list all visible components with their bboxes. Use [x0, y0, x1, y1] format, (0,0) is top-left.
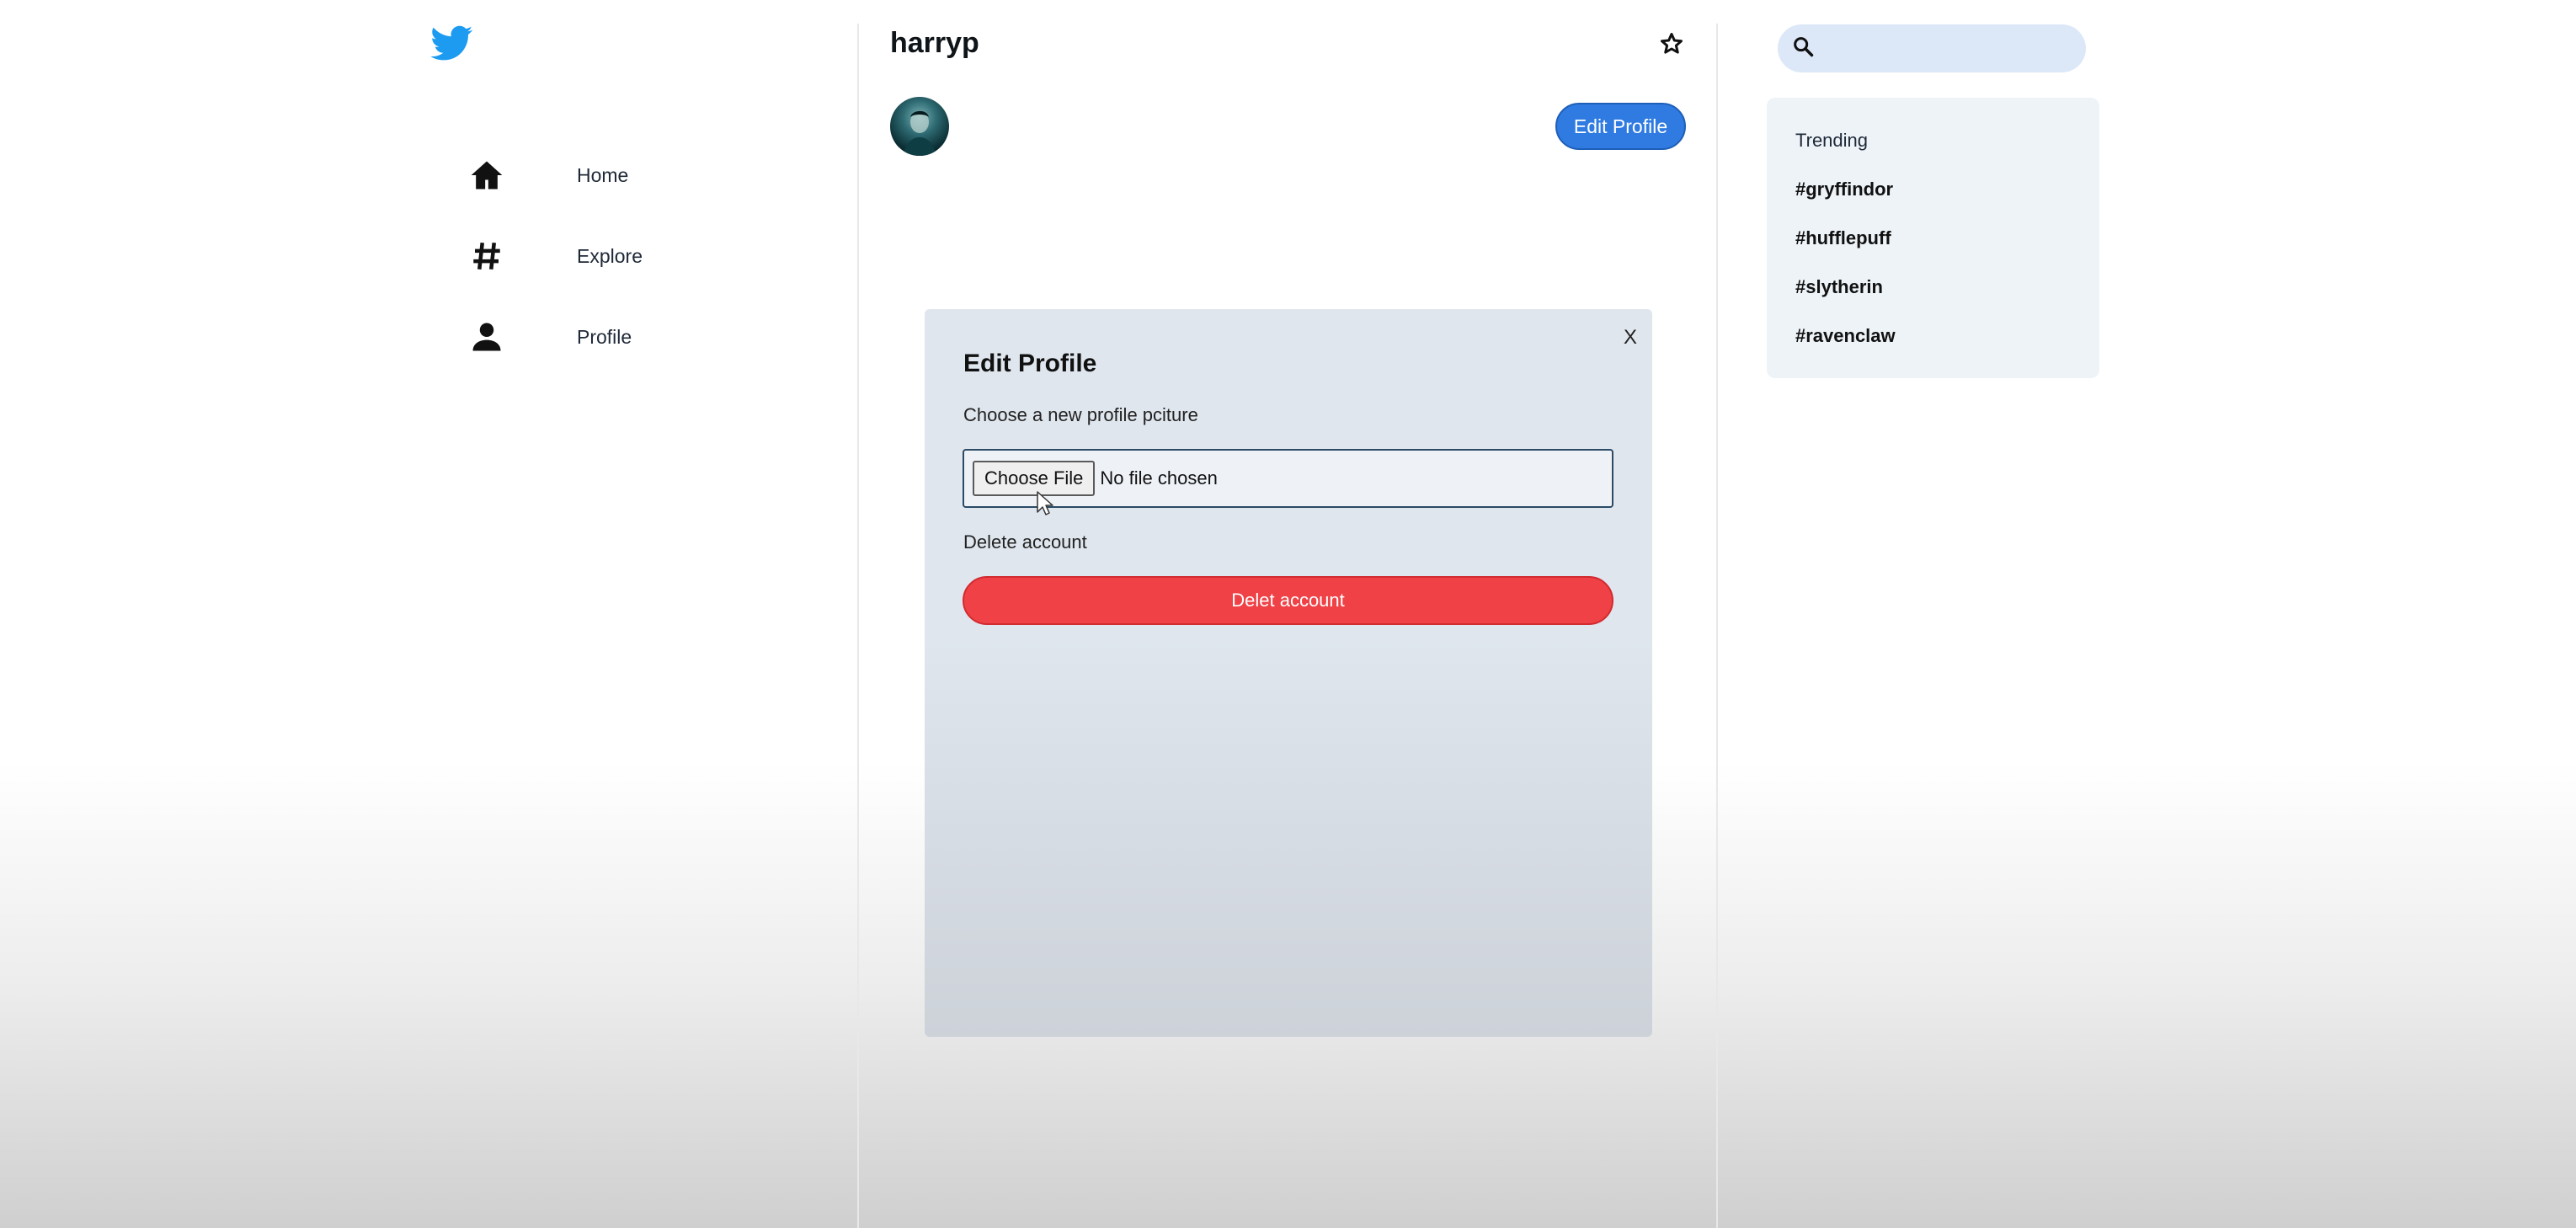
sidebar-item-explore[interactable]: Explore	[467, 216, 804, 296]
search-icon	[1791, 35, 1815, 62]
edit-profile-button[interactable]: Edit Profile	[1555, 103, 1686, 150]
right-column-divider	[1716, 24, 1718, 1228]
hashtag-icon	[467, 237, 506, 275]
star-button[interactable]	[1657, 29, 1686, 58]
sidebar-item-label: Home	[577, 163, 629, 186]
close-icon[interactable]: X	[1624, 326, 1637, 350]
delete-account-label: Delete account	[963, 531, 1087, 553]
edit-profile-modal: X Edit Profile Choose a new profile pcit…	[925, 309, 1652, 1037]
search-bar[interactable]	[1778, 24, 2086, 72]
person-icon	[467, 318, 506, 356]
sidebar-item-home[interactable]: Home	[467, 135, 804, 216]
twitter-logo-icon[interactable]	[428, 22, 477, 64]
home-icon	[467, 156, 506, 195]
sidebar-item-label: Profile	[577, 325, 632, 348]
sidebar-nav: Home Explore Profile	[467, 135, 804, 377]
choose-file-button[interactable]: Choose File	[973, 461, 1096, 496]
page-title: harryp	[890, 27, 979, 59]
trending-title: Trending	[1795, 130, 1869, 151]
sidebar-item-label: Explore	[577, 244, 643, 267]
sidebar-item-profile[interactable]: Profile	[467, 296, 804, 377]
file-status-text: No file chosen	[1100, 467, 1218, 489]
search-input[interactable]	[1823, 36, 2071, 61]
trending-item[interactable]: #slytherin	[1795, 276, 1883, 298]
trending-item[interactable]: #hufflepuff	[1795, 227, 1891, 249]
trending-item[interactable]: #gryffindor	[1795, 179, 1893, 200]
mouse-cursor-icon	[1036, 490, 1054, 517]
star-icon	[1661, 33, 1683, 54]
modal-title: Edit Profile	[963, 350, 1097, 377]
trending-item[interactable]: #ravenclaw	[1795, 325, 1896, 347]
profile-picture-file-input[interactable]: Choose File No file chosen	[963, 449, 1613, 508]
trending-panel: Trending #gryffindor #hufflepuff #slythe…	[1767, 98, 2099, 378]
delete-account-button[interactable]: Delet account	[963, 576, 1613, 625]
avatar	[890, 97, 949, 156]
left-column-divider	[857, 24, 859, 1228]
profile-picture-label: Choose a new profile pciture	[963, 404, 1198, 425]
